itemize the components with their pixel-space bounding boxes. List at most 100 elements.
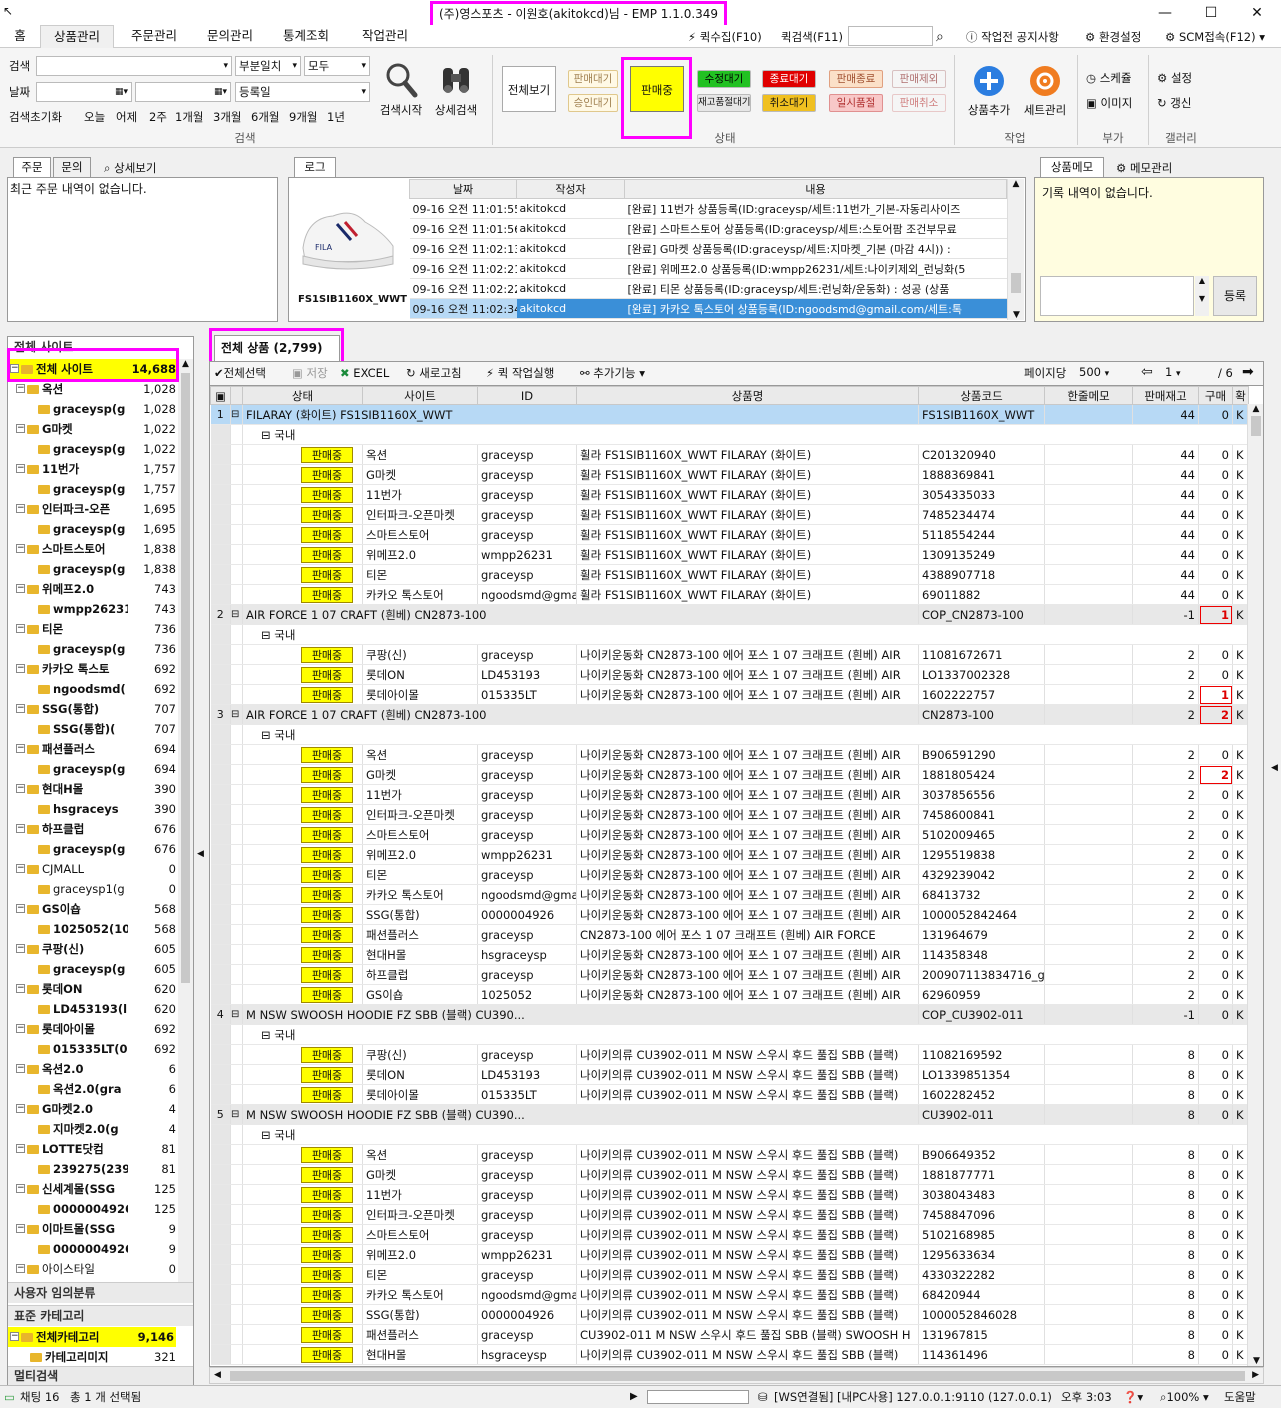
set-manage-button[interactable]: 세트관리: [1018, 64, 1072, 119]
add-product-button[interactable]: 상품추가: [962, 64, 1016, 119]
product-group-row[interactable]: 5 ⊟ M NSW SWOOSH HOODIE FZ SBB (블랙) CU390.…: [210, 1104, 1249, 1125]
scm-connect-button[interactable]: ⚙ SCM접속(F12) ▾: [1165, 27, 1265, 47]
table-row[interactable]: 판매중 인터파크-오픈마켓 graceysp 나이키운동화 CN2873-100 에어…: [210, 804, 1249, 825]
table-row[interactable]: 판매중 SSG(통합) 0000004926 나이키운동화 CN2873-100 에어…: [210, 904, 1249, 925]
log-col-author[interactable]: 작성자: [516, 179, 625, 199]
chat-count[interactable]: 채팅 16: [20, 1386, 59, 1408]
tab-memo-manage[interactable]: ⚙ 메모관리: [1116, 160, 1172, 176]
expand-icon[interactable]: −: [16, 824, 25, 833]
status-badge[interactable]: 판매중: [301, 986, 353, 1003]
domestic-row[interactable]: ⊟ 국내: [210, 624, 1249, 645]
memo-cell[interactable]: [1044, 584, 1133, 605]
domestic-label[interactable]: ⊟ 국내: [242, 424, 1249, 445]
memo-cell[interactable]: [1044, 684, 1133, 705]
status-badge[interactable]: 판매중: [301, 806, 353, 823]
log-row[interactable]: 09-16 오전 11:02:34 akitokcd [완료] 카카오 톡스토어 상…: [409, 298, 1007, 319]
domestic-row[interactable]: ⊟ 국내: [210, 1024, 1249, 1045]
tab-order-panel[interactable]: 주문: [13, 157, 51, 177]
tree-site-node[interactable]: − CJMALL 0: [8, 859, 178, 879]
memo-cell[interactable]: [1044, 984, 1133, 1005]
status-badge[interactable]: 판매중: [301, 546, 353, 563]
table-row[interactable]: 판매중 현대H몰 hsgraceysp 나이키의류 CU3902-011 M NSW …: [210, 1344, 1249, 1365]
status-excluded[interactable]: 판매제외: [892, 70, 946, 88]
status-badge[interactable]: 판매중: [301, 1166, 353, 1183]
group-toggle[interactable]: ⊟: [230, 704, 243, 725]
domestic-row[interactable]: ⊟ 국내: [210, 424, 1249, 445]
table-row[interactable]: 판매중 카카오 톡스토어 ngoodsmd@gmai 나이키운동화 CN2873-10…: [210, 884, 1249, 905]
memo-cell[interactable]: [1044, 1244, 1133, 1265]
table-row[interactable]: 판매중 롯데아이몰 015335LT 나이키의류 CU3902-011 M NSW 스…: [210, 1084, 1249, 1105]
memo-cell[interactable]: [1044, 664, 1133, 685]
detail-view-tab[interactable]: ⌕ 상세보기: [104, 160, 156, 176]
tree-site-node[interactable]: − 쿠팡(신) 605: [8, 939, 178, 959]
log-row[interactable]: 09-16 오전 11:02:21 akitokcd [완료] 위메프2.0 상품등…: [409, 258, 1007, 279]
memo-cell[interactable]: [1044, 864, 1133, 885]
tree-account-node[interactable]: graceysp(g 1,022: [8, 439, 178, 459]
status-badge[interactable]: 판매중: [301, 1346, 353, 1363]
tree-account-node[interactable]: 015335LT(0 692: [8, 1039, 178, 1059]
tab-log[interactable]: 로그: [294, 157, 336, 177]
tree-account-node[interactable]: LD453193(l 620: [8, 999, 178, 1019]
tree-account-node[interactable]: graceysp(g 676: [8, 839, 178, 859]
status-badge[interactable]: 판매중: [301, 446, 353, 463]
col-extra[interactable]: 확: [1232, 386, 1249, 405]
expand-icon[interactable]: −: [16, 1104, 25, 1113]
memo-scrollbar[interactable]: ▲ ▼: [1195, 276, 1209, 316]
period-2weeks[interactable]: 2주: [149, 108, 167, 126]
tree-account-node[interactable]: 239275(239 81: [8, 1159, 178, 1179]
zoom-control[interactable]: ⌕100% ▾: [1160, 1386, 1209, 1408]
tree-account-node[interactable]: graceysp(g 605: [8, 959, 178, 979]
memo-cell[interactable]: [1044, 1264, 1133, 1285]
status-badge[interactable]: 판매중: [301, 946, 353, 963]
prev-page-icon[interactable]: ⇦: [1141, 363, 1153, 381]
table-row[interactable]: 판매중 티몬 graceysp 휠라 FS1SIB1160X_WWT FILARAY …: [210, 564, 1249, 585]
table-row[interactable]: 판매중 티몬 graceysp 나이키의류 CU3902-011 M NSW 스우시 …: [210, 1264, 1249, 1285]
status-badge[interactable]: 판매중: [301, 1286, 353, 1303]
table-row[interactable]: 판매중 위메프2.0 wmpp26231 나이키의류 CU3902-011 M NSW…: [210, 1244, 1249, 1265]
next-page-icon[interactable]: ➡: [1242, 363, 1254, 381]
tree-account-node[interactable]: graceysp(g 1,757: [8, 479, 178, 499]
status-badge[interactable]: 판매중: [301, 1046, 353, 1063]
tree-site-node[interactable]: − 하프클럽 676: [8, 819, 178, 839]
memo-cell[interactable]: [1044, 504, 1133, 525]
period-6months[interactable]: 6개월: [251, 108, 279, 126]
status-badge[interactable]: 판매중: [301, 1246, 353, 1263]
group-toggle[interactable]: ⊟: [230, 1104, 243, 1125]
memo-cell[interactable]: [1044, 944, 1133, 965]
table-row[interactable]: 판매중 롯데아이몰 015335LT 나이키운동화 CN2873-100 에어 포스 …: [210, 684, 1249, 705]
memo-cell[interactable]: [1044, 884, 1133, 905]
category-all[interactable]: − 전체카테고리 9,146: [8, 1327, 176, 1347]
tree-site-node[interactable]: − 패션플러스 694: [8, 739, 178, 759]
memo-cell[interactable]: [1044, 904, 1133, 925]
status-edit-wait[interactable]: 수정대기: [697, 70, 751, 88]
per-page-select[interactable]: 500 ▾: [1076, 363, 1136, 382]
status-badge[interactable]: 판매중: [301, 466, 353, 483]
period-1year[interactable]: 1년: [327, 108, 345, 126]
memo-cell[interactable]: [1044, 1184, 1133, 1205]
search-reset-link[interactable]: 검색초기화: [9, 108, 62, 126]
multi-search-header[interactable]: 멀티검색: [8, 1366, 193, 1385]
status-badge[interactable]: 판매중: [301, 1266, 353, 1283]
table-row[interactable]: 판매중 스마트스토어 graceysp 나이키운동화 CN2873-100 에어 포스…: [210, 824, 1249, 845]
tree-account-node[interactable]: 0000004926 125: [8, 1199, 178, 1219]
expand-icon[interactable]: −: [16, 504, 25, 513]
tree-site-node[interactable]: − 아이스타일 0: [8, 1259, 178, 1279]
tree-account-node[interactable]: graceysp(g 1,838: [8, 559, 178, 579]
status-badge[interactable]: 판매중: [301, 646, 353, 663]
memo-cell[interactable]: [1044, 844, 1133, 865]
expand-icon[interactable]: −: [16, 424, 25, 433]
status-badge[interactable]: 판매중: [301, 1326, 353, 1343]
help-link[interactable]: 도움말: [1224, 1386, 1256, 1408]
table-row[interactable]: 판매중 SSG(통합) 0000004926 나이키의류 CU3902-011 M N…: [210, 1304, 1249, 1325]
date-start-input[interactable]: ▦▾: [36, 82, 132, 102]
tab-product[interactable]: 상품관리: [40, 25, 114, 48]
status-out-of-stock-wait[interactable]: 재고품절대기: [697, 94, 751, 112]
status-badge[interactable]: 판매중: [301, 746, 353, 763]
col-rownum[interactable]: ▣: [210, 386, 231, 405]
status-badge[interactable]: 판매중: [301, 766, 353, 783]
expand-icon[interactable]: −: [16, 904, 25, 913]
help-circle-icon[interactable]: ❓▾: [1123, 1386, 1143, 1408]
gallery-refresh-button[interactable]: ↻ 갱신: [1157, 94, 1191, 112]
scope-select[interactable]: 모두 ▾: [304, 56, 370, 76]
tree-site-node[interactable]: − 스마트스토어 1,838: [8, 539, 178, 559]
